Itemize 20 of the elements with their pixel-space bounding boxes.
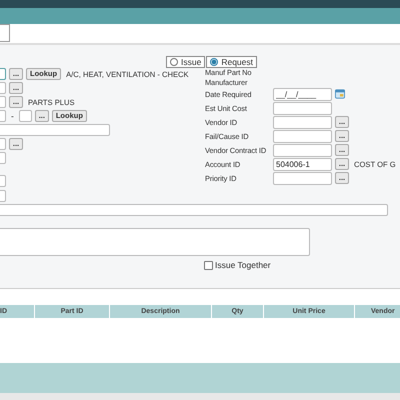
input-field[interactable] [18, 110, 32, 122]
date-field[interactable]: __/__/____ [273, 88, 332, 100]
input-field[interactable] [273, 130, 332, 142]
separator-text: - [10, 111, 15, 121]
input-field[interactable] [273, 172, 332, 184]
tab-stub[interactable] [0, 24, 10, 42]
checkbox-label: Issue Together [215, 260, 271, 270]
input-field[interactable] [0, 204, 388, 216]
radio-label: Request [221, 57, 253, 67]
input-field[interactable] [0, 124, 110, 136]
input-field[interactable] [273, 102, 332, 114]
input-field[interactable] [273, 116, 332, 128]
radio-button[interactable] [170, 58, 178, 66]
input-field[interactable] [273, 144, 332, 156]
radio-label: Issue [181, 57, 202, 67]
text-area[interactable] [0, 228, 310, 256]
input-field[interactable]: 504006-1 [273, 158, 332, 170]
calendar-icon[interactable] [335, 89, 345, 99]
checkbox[interactable] [204, 260, 213, 270]
radio-button[interactable] [210, 58, 218, 66]
